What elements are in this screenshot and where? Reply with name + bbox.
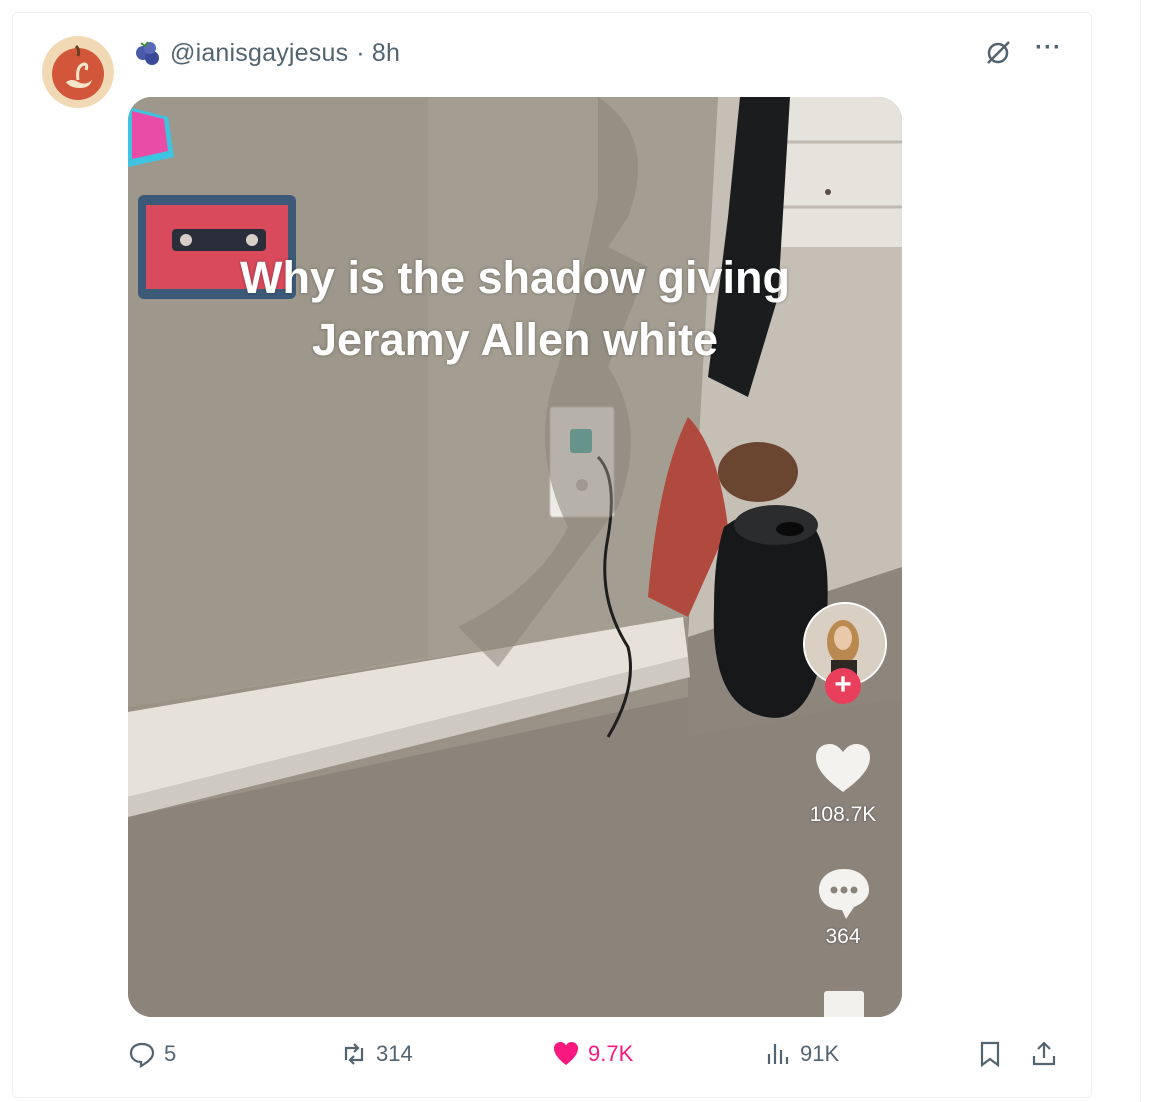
- author-handle[interactable]: @ianisgayjesus: [170, 39, 348, 68]
- bookmark-button[interactable]: [976, 1040, 1004, 1068]
- like-button[interactable]: 9.7K: [552, 1040, 633, 1068]
- tweet-media-video[interactable]: Why is the shadow giving Jeramy Allen wh…: [128, 97, 902, 1017]
- follow-plus-icon: +: [825, 668, 861, 704]
- video-frame: [128, 97, 902, 1017]
- heart-filled-icon: [554, 1042, 578, 1065]
- video-comment-count: 364: [825, 925, 861, 948]
- comment-bubble-icon: [819, 869, 869, 919]
- retweet-icon: [344, 1043, 364, 1065]
- grok-icon[interactable]: [983, 38, 1013, 68]
- bookmark-icon: [824, 991, 864, 1017]
- reply-icon: [129, 1042, 155, 1068]
- retweet-button[interactable]: 314: [340, 1040, 413, 1068]
- tweet-top-actions: ···: [983, 36, 1062, 68]
- view-count: 91K: [800, 1041, 840, 1066]
- tweet-time[interactable]: · 8h: [356, 39, 400, 68]
- like-count: 9.7K: [588, 1041, 634, 1066]
- share-button[interactable]: [1030, 1040, 1058, 1068]
- caption-line-2: Jeramy Allen white: [312, 314, 718, 365]
- more-options-icon[interactable]: ···: [1035, 36, 1062, 60]
- reply-count: 5: [164, 1041, 177, 1066]
- sidebar-edge: [1140, 0, 1150, 1102]
- caption-line-1: Why is the shadow giving: [239, 252, 791, 303]
- avatar[interactable]: [42, 36, 114, 108]
- swan-apple-icon: [52, 44, 104, 100]
- views-button[interactable]: 91K: [764, 1040, 839, 1068]
- share-icon: [1032, 1041, 1056, 1066]
- video-like-count: 108.7K: [809, 803, 877, 826]
- tweet-header: @ianisgayjesus · 8h: [132, 36, 400, 70]
- retweet-count: 314: [376, 1041, 413, 1066]
- analytics-icon: [767, 1044, 789, 1064]
- video-caption: Why is the shadow giving Jeramy Allen wh…: [128, 247, 902, 371]
- tweet-actions: 5 314 9.7K 91K: [128, 1040, 1068, 1076]
- bookmark-outline-icon: [980, 1041, 1000, 1068]
- blueberry-icon: [136, 41, 159, 65]
- heart-icon: [816, 744, 870, 792]
- reply-button[interactable]: 5: [128, 1040, 176, 1068]
